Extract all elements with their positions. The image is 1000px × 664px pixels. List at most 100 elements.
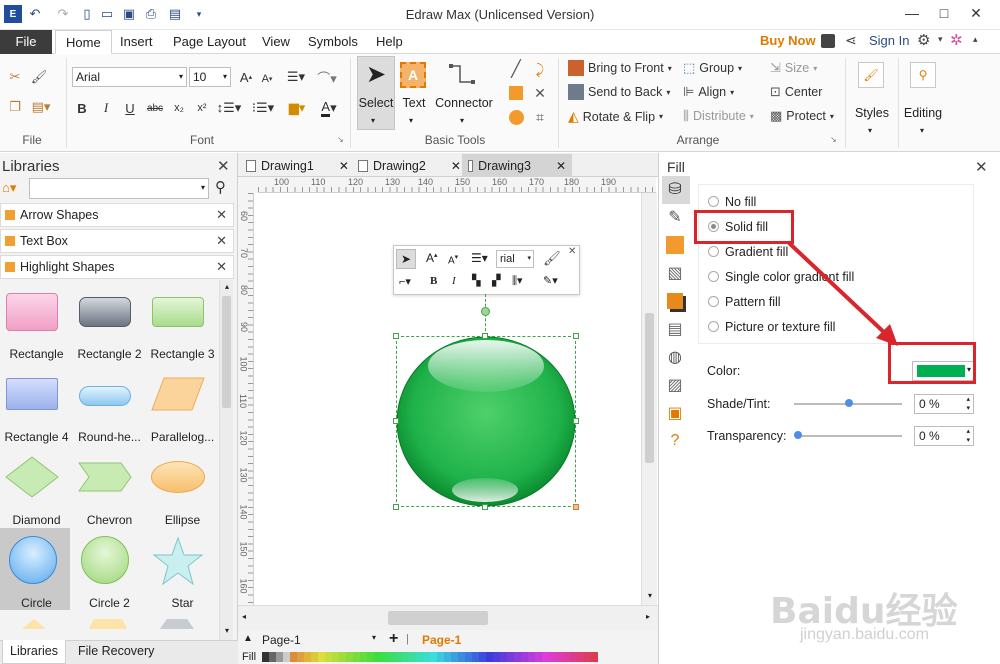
library-scrollbar[interactable]: ▴ ▾ [219,280,233,640]
fill-bucket-icon[interactable]: ⛁ [664,178,686,200]
shape-rectangle-4[interactable]: Rectangle 4 [0,362,73,444]
active-page-tab[interactable]: Page-1 [422,633,461,647]
shape-round-head[interactable]: Round-he... [73,362,146,444]
resize-handle[interactable] [482,504,488,510]
shrink-font-icon[interactable]: A ▾ [258,70,276,88]
scroll-down-icon[interactable]: ▾ [642,591,658,600]
help-icon[interactable]: ? [664,430,686,452]
rectangle-tool-icon[interactable] [509,86,523,100]
styles-icon[interactable]: 🖌 [858,62,884,88]
group-button[interactable]: ⬚ Group ▾ [683,60,742,76]
file-menu-button[interactable]: File [0,30,52,54]
font-size-select[interactable]: 10 ▾ [189,67,231,87]
close-libraries-icon[interactable]: ✕ [217,157,230,175]
palette-swatch[interactable] [318,652,325,662]
close-category-icon[interactable]: ✕ [216,207,227,223]
palette-swatch[interactable] [304,652,311,662]
mini-italic-icon[interactable]: I [452,275,456,287]
page-bar-collapse-icon[interactable]: ▲ [243,633,253,644]
palette-swatch[interactable] [465,652,472,662]
cart-icon[interactable] [821,34,835,48]
paste-icon[interactable]: ▤▾ [30,98,52,116]
palette-swatch[interactable] [290,652,297,662]
palette-swatch[interactable] [549,652,556,662]
palette-swatch[interactable] [423,652,430,662]
ellipse-tool-icon[interactable] [509,110,524,125]
protect-button[interactable]: ▩ Protect ▾ [770,108,834,124]
comment-icon[interactable]: ▣ [664,402,686,424]
text-tool-icon[interactable]: A [400,62,426,88]
resize-handle[interactable] [393,333,399,339]
font-dialog-launcher-icon[interactable]: ↘ [337,135,344,144]
transparency-input[interactable]: 0 % ▴ ▾ [914,426,974,446]
shape-circle-2[interactable]: Circle 2 [73,528,146,610]
palette-swatch[interactable] [367,652,374,662]
scroll-thumb[interactable] [388,611,488,625]
palette-swatch[interactable] [451,652,458,662]
hyperlink-globe-icon[interactable]: ◍ [664,346,686,368]
mini-font-select[interactable]: rial ▾ [496,250,534,268]
ribbon-collapse-icon[interactable]: ▴ [973,34,978,45]
arc-tool-icon[interactable]: ⤸ [531,60,549,78]
transparency-slider[interactable] [798,435,902,437]
mini-select-icon[interactable]: ➤ [396,249,416,269]
shape-rectangle-2[interactable]: Rectangle 2 [73,279,146,361]
tab-view[interactable]: View [262,30,290,54]
mini-shrink-font-icon[interactable]: A▾ [448,253,458,266]
line-pen-icon[interactable]: ✎ [664,206,686,228]
format-painter-icon[interactable]: 🖌 [30,68,48,86]
scroll-right-icon[interactable]: ▸ [646,612,650,621]
tab-drawing2[interactable]: Drawing2 ✕ [352,154,467,178]
close-mini-toolbar-icon[interactable]: ✕ [568,246,576,257]
text-curve-icon[interactable]: ⌒▾ [314,68,340,86]
resize-handle[interactable] [393,418,399,424]
close-tab-icon[interactable]: ✕ [451,159,461,173]
send-to-back-button[interactable]: Send to Back ▾ [568,84,670,100]
palette-swatch[interactable] [339,652,346,662]
resize-handle[interactable] [482,333,488,339]
shape-parallelogram[interactable]: Parallelog... [146,362,218,444]
resize-handle[interactable] [573,333,579,339]
strikethrough-icon[interactable]: abc [146,100,164,116]
palette-swatch[interactable] [472,652,479,662]
grow-font-icon[interactable]: A ▴ [236,68,256,86]
palette-swatch[interactable] [535,652,542,662]
size-button[interactable]: ⇲ Size ▾ [770,60,817,76]
palette-swatch[interactable] [507,652,514,662]
editing-button[interactable]: Editing [900,106,946,120]
minimize-button[interactable]: — [898,3,926,25]
palette-swatch[interactable] [269,652,276,662]
layer-icon[interactable] [664,290,686,312]
library-search-input[interactable]: ▾ [29,178,209,199]
shape-diamond[interactable]: Diamond [0,445,73,527]
page-select[interactable]: Page-1 ▾ [262,633,376,647]
shape-ellipse[interactable]: Ellipse [146,445,218,527]
mini-paint-icon[interactable]: 🖌 [543,250,561,267]
spinner-icon[interactable]: ▴ ▾ [966,427,970,445]
palette-swatch[interactable] [493,652,500,662]
palette-swatch[interactable] [346,652,353,662]
palette-swatch[interactable] [353,652,360,662]
superscript-icon[interactable]: x² [193,100,211,116]
underline-icon[interactable]: U [122,100,138,116]
rotation-handle[interactable] [481,307,490,316]
search-icon[interactable]: ⚲ [910,62,936,88]
palette-swatch[interactable] [514,652,521,662]
copy-icon[interactable]: ❐ [6,98,24,116]
tab-page-layout[interactable]: Page Layout [173,30,246,54]
shape-rectangle[interactable]: Rectangle [0,279,73,361]
align-button[interactable]: ⊫ Align ▾ [683,84,734,100]
close-window-button[interactable]: ✕ [962,3,990,25]
palette-swatch[interactable] [276,652,283,662]
tab-drawing1[interactable]: Drawing1 ✕ [240,154,355,178]
palette-swatch[interactable] [521,652,528,662]
palette-swatch[interactable] [577,652,584,662]
fill-option-pattern-fill[interactable]: Pattern fill [708,295,781,309]
connector-tool-label[interactable]: Connector [433,96,495,110]
mini-connector-icon[interactable]: ⌐▾ [399,275,411,288]
library-category-arrow-shapes[interactable]: Arrow Shapes ✕ [0,203,234,227]
font-color-icon[interactable]: A ▾ [316,98,342,118]
palette-swatch[interactable] [479,652,486,662]
line-spacing-icon[interactable]: ↕☰▾ [216,100,242,116]
palette-swatch[interactable] [262,652,269,662]
